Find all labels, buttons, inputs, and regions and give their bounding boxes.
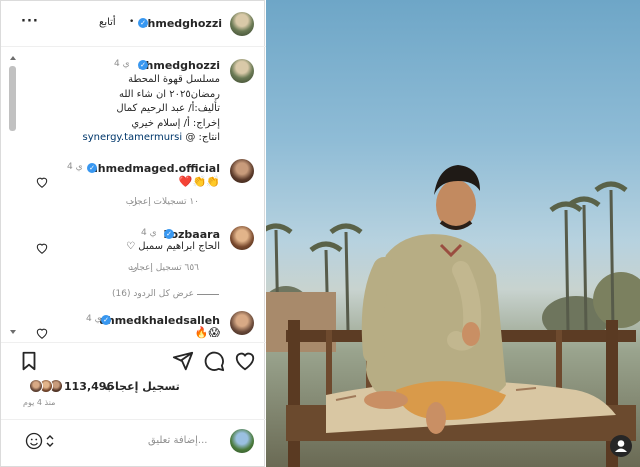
verified-icon: ✓ <box>164 229 174 239</box>
scroll-down-arrow[interactable] <box>10 330 16 334</box>
caption-time: 4 ي <box>114 59 130 69</box>
caption-mention-link[interactable]: synergy.tamermursi <box>83 132 183 143</box>
my-avatar <box>230 429 254 453</box>
scroll-thumb[interactable] <box>9 66 16 131</box>
header-username[interactable]: ahmedghozzi <box>140 17 222 30</box>
comment-time: 4 ي <box>141 228 157 238</box>
verified-icon: ✓ <box>87 163 97 173</box>
caption-text: مسلسل قهوة المحطة رمضان٢٠٢٥ ان شاء الله … <box>30 73 220 146</box>
caption-line: إخراج: أ/ إسلام خيري <box>131 117 220 129</box>
comment-likes[interactable]: ٦٥٦ تسجيل إعجاب <box>128 263 199 273</box>
heart-icon[interactable] <box>35 175 49 189</box>
add-comment-input[interactable]: إضافة تعليق... <box>148 435 207 446</box>
heart-icon[interactable] <box>35 241 49 255</box>
actions-divider <box>1 342 266 343</box>
header-separator: • <box>129 17 135 27</box>
comment-text: 🔥😱 <box>194 326 220 339</box>
reply-button[interactable]: رد <box>129 197 137 207</box>
post-header: ahmedghozzi ✓ • أتابع ··· <box>1 1 266 47</box>
liker-avatar <box>29 379 43 393</box>
post-time: منذ 4 يوم <box>23 398 56 407</box>
comment-text: الحاج ابراهيم سمبل ♡ <box>126 241 220 252</box>
post-photo[interactable] <box>266 0 640 467</box>
commenter-avatar[interactable] <box>230 159 254 183</box>
like-heart-icon[interactable] <box>234 350 256 372</box>
post-photo-image <box>266 165 640 467</box>
verified-icon: ✓ <box>101 315 111 325</box>
bookmark-icon[interactable] <box>18 350 40 372</box>
verified-icon: ✓ <box>138 60 148 70</box>
comment-username[interactable]: ahmedmaged.official <box>90 162 220 175</box>
caption-avatar[interactable] <box>230 59 254 83</box>
scroll-up-arrow[interactable] <box>10 56 16 60</box>
caption-username[interactable]: ahmedghozzi <box>138 59 220 72</box>
follow-button[interactable]: أتابع <box>99 17 116 28</box>
emoji-chevron-icon[interactable] <box>45 434 55 448</box>
view-replies-link[interactable]: عرض كل الردود (16) <box>112 289 194 299</box>
profile-icon[interactable] <box>610 435 632 457</box>
profile-glyph <box>615 440 627 452</box>
caption-production: انتاج: @ <box>185 132 220 143</box>
likes-count[interactable]: 113,496 <box>64 380 114 393</box>
commenter-avatar[interactable] <box>230 311 254 335</box>
caption-line: رمضان٢٠٢٥ ان شاء الله <box>118 88 220 100</box>
post-sidebar: ahmedghozzi ✓ • أتابع ··· ahmedghozzi ✓ … <box>0 0 266 467</box>
comment-time: 4 ي <box>67 162 83 172</box>
comment-text: ❤️👏👏 <box>178 175 220 188</box>
more-icon[interactable]: ··· <box>21 14 39 29</box>
share-icon[interactable] <box>172 350 194 372</box>
reply-button[interactable]: رد <box>129 263 137 273</box>
likes-label[interactable]: تسجيل إعجاب <box>104 380 180 393</box>
caption-line: synergy.tamermursi انتاج: @ <box>30 131 220 146</box>
caption-line: تأليف:أ/ عبد الرحيم كمال <box>116 103 220 114</box>
commenter-avatar[interactable] <box>230 226 254 250</box>
comments-scrollbar[interactable] <box>7 54 18 339</box>
author-avatar[interactable] <box>230 12 254 36</box>
view-replies-line <box>197 294 219 295</box>
verified-icon: ✓ <box>138 18 148 28</box>
caption-line: مسلسل قهوة المحطة <box>128 74 220 85</box>
emoji-icon[interactable] <box>25 432 43 450</box>
comment-time: 4 ي <box>86 314 102 324</box>
heart-icon[interactable] <box>35 326 49 340</box>
comment-icon[interactable] <box>203 350 225 372</box>
comment-divider <box>1 419 266 420</box>
